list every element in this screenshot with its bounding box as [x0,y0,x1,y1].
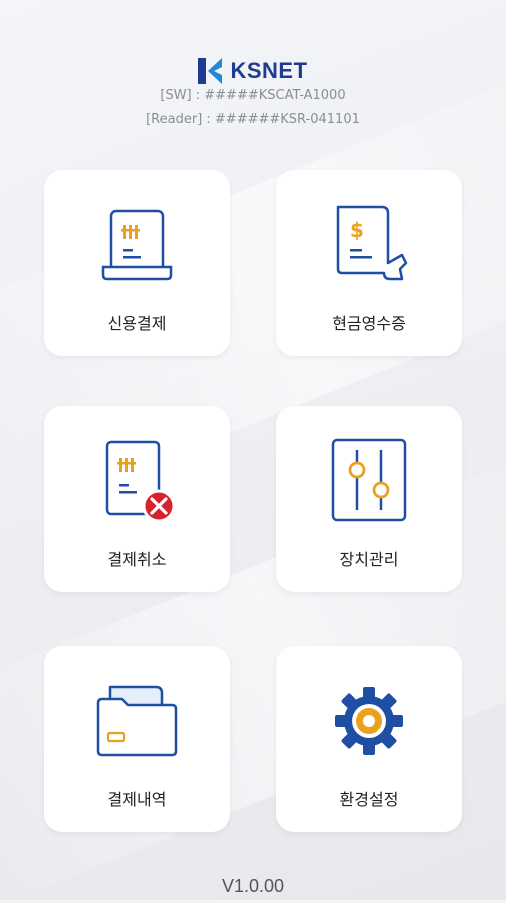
brand-logo: KSNET [0,58,506,84]
cash-receipt-icon: $ [276,200,462,290]
menu-card-payment-history[interactable]: 결제내역 [44,646,230,832]
menu-label: 결제내역 [107,790,167,809]
gear-icon [276,676,462,766]
cancel-receipt-icon [44,436,230,526]
menu-card-settings[interactable]: 환경설정 [276,646,462,832]
credit-receipt-icon [44,200,230,290]
menu-label: 현금영수증 [332,314,406,333]
menu-label: 환경설정 [339,790,399,809]
menu-card-credit-payment[interactable]: 신용결제 [44,170,230,356]
svg-text:$: $ [350,218,364,242]
brand-name: KSNET [230,58,308,83]
menu-card-cancel-payment[interactable]: 결제취소 [44,406,230,592]
ksnet-logo-icon [198,58,223,84]
menu-card-device-management[interactable]: 장치관리 [276,406,462,592]
menu-label: 신용결제 [107,314,167,333]
menu-card-cash-receipt[interactable]: $ 현금영수증 [276,170,462,356]
folder-icon [44,676,230,766]
app-version: V1.0.00 [221,876,285,896]
sliders-icon [276,436,462,526]
reader-version: [Reader] : ######KSR-041101 [146,112,360,127]
menu-label: 결제취소 [107,550,167,569]
sw-version: [SW] : #####KSCAT-A1000 [160,88,346,103]
header: KSNET [SW] : #####KSCAT-A1000 [Reader] :… [0,0,506,150]
menu-label: 장치관리 [339,550,399,569]
